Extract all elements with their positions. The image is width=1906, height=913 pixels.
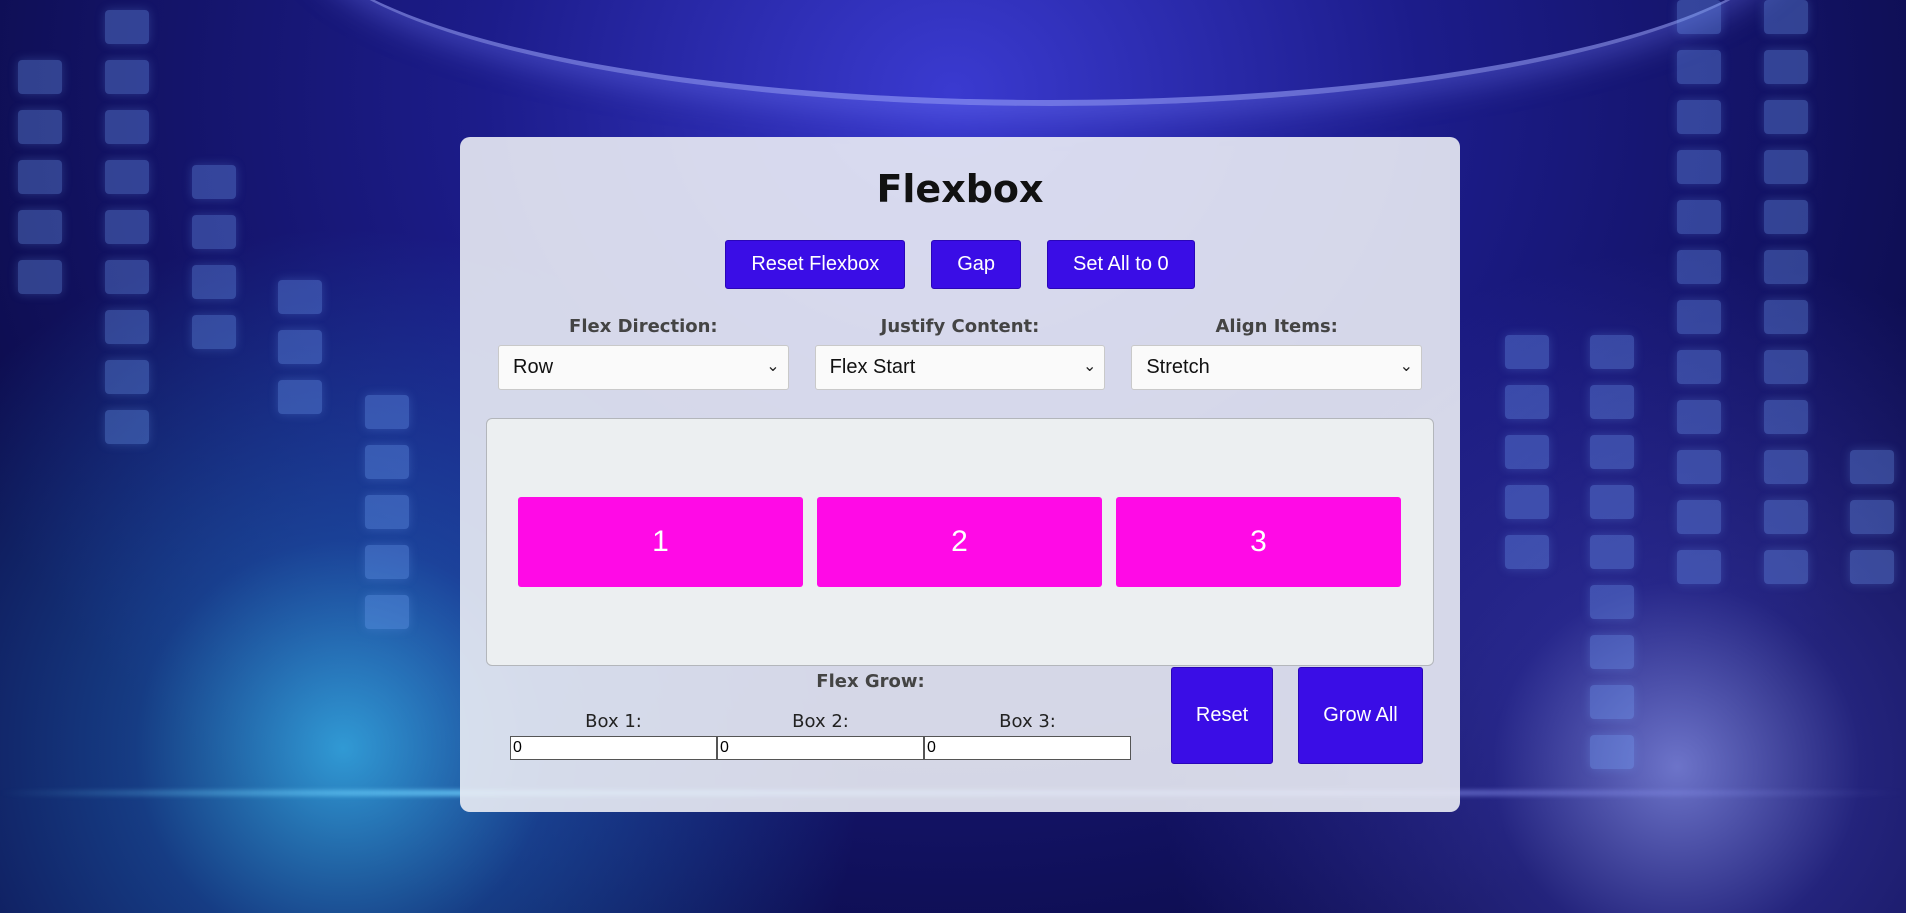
box-2-grow-input[interactable] — [717, 736, 924, 760]
flex-box-2: 2 — [817, 497, 1102, 587]
flex-direction-label: Flex Direction: — [569, 316, 718, 337]
box-2-grow-label: Box 2: — [792, 711, 849, 732]
background-tile-column — [278, 280, 322, 414]
grow-all-button[interactable]: Grow All — [1298, 667, 1423, 764]
box-3-grow-field: Box 3: — [924, 711, 1131, 760]
justify-content-label: Justify Content: — [880, 316, 1040, 337]
background-tile-column — [192, 165, 236, 349]
align-items-select[interactable]: Stretch ⌄ — [1131, 345, 1423, 390]
box-1-grow-field: Box 1: — [510, 711, 717, 760]
gap-button[interactable]: Gap — [931, 240, 1022, 289]
flex-grow-fields: Box 1: Box 2: Box 3: — [510, 711, 1131, 760]
background-light-arc — [300, 0, 1800, 106]
chevron-down-icon: ⌄ — [766, 358, 780, 375]
box-3-grow-label: Box 3: — [999, 711, 1056, 732]
justify-content-value: Flex Start — [829, 356, 916, 378]
box-1-grow-label: Box 1: — [585, 711, 642, 732]
background-tile-column — [105, 10, 149, 444]
box-3-grow-input[interactable] — [924, 736, 1131, 760]
box-1-grow-input[interactable] — [510, 736, 717, 760]
background-tile-column — [18, 60, 62, 294]
reset-grow-button[interactable]: Reset — [1171, 667, 1273, 764]
background-tile-column — [1764, 0, 1808, 584]
chevron-down-icon: ⌄ — [1399, 358, 1414, 375]
align-items-control: Align Items: Stretch ⌄ — [1131, 316, 1423, 390]
background-tile-column — [365, 395, 409, 629]
background-tile-column — [1505, 335, 1549, 569]
background-tile-column — [1850, 450, 1894, 584]
justify-content-select[interactable]: Flex Start ⌄ — [814, 345, 1106, 390]
background-tile-column — [1677, 0, 1721, 584]
flexbox-panel: Flexbox Reset Flexbox Gap Set All to 0 F… — [460, 137, 1460, 812]
flex-grow-title: Flex Grow: — [816, 671, 925, 692]
set-all-to-zero-button[interactable]: Set All to 0 — [1047, 240, 1195, 289]
flex-container: 1 2 3 — [486, 418, 1434, 666]
justify-content-control: Justify Content: Flex Start ⌄ — [814, 316, 1106, 390]
flex-box-3: 3 — [1116, 497, 1401, 587]
flex-box-1: 1 — [518, 497, 803, 587]
toolbar: Reset Flexbox Gap Set All to 0 — [460, 240, 1460, 289]
flex-direction-select[interactable]: Row ⌄ — [498, 345, 789, 390]
align-items-value: Stretch — [1146, 356, 1210, 378]
flex-direction-control: Flex Direction: Row ⌄ — [498, 316, 789, 390]
chevron-down-icon: ⌄ — [1082, 358, 1097, 375]
flex-controls: Flex Direction: Row ⌄ Justify Content: F… — [498, 316, 1423, 390]
flex-direction-value: Row — [513, 356, 554, 378]
box-2-grow-field: Box 2: — [717, 711, 924, 760]
background-tile-column — [1590, 335, 1634, 769]
page-title: Flexbox — [876, 167, 1044, 211]
align-items-label: Align Items: — [1215, 316, 1338, 337]
reset-flexbox-button[interactable]: Reset Flexbox — [725, 240, 906, 289]
